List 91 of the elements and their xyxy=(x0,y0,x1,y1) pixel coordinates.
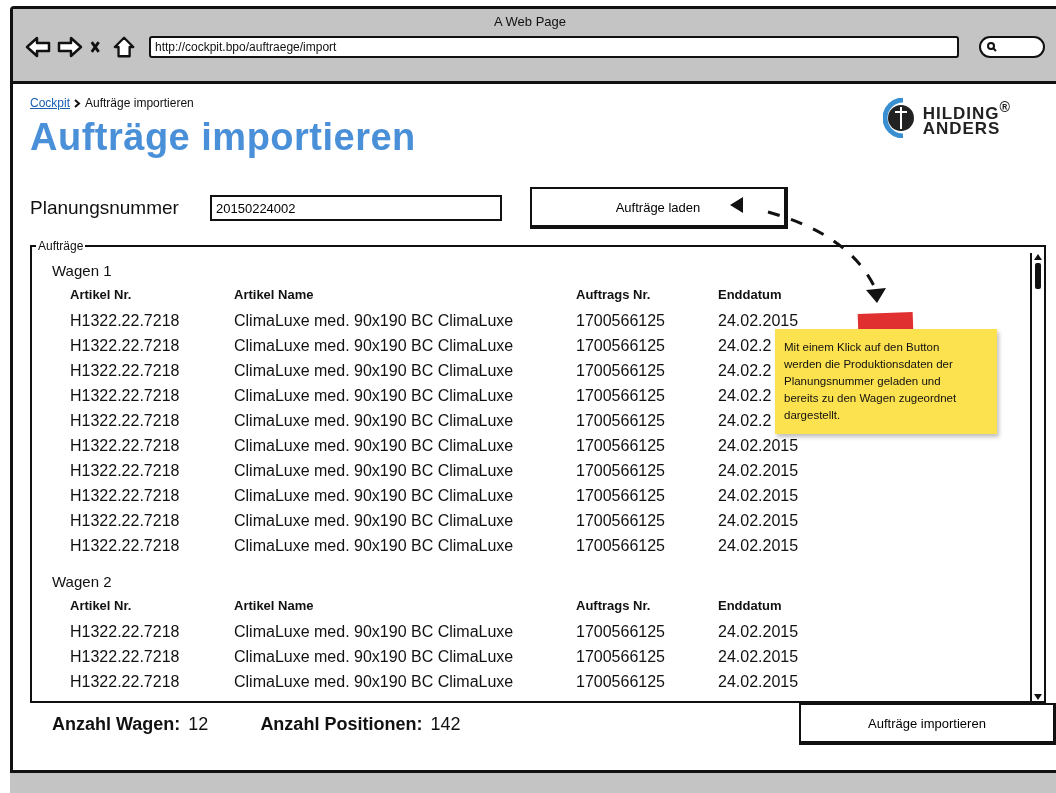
import-orders-button[interactable]: Aufträge importieren xyxy=(799,703,1056,745)
table-cell: ClimaLuxe med. 90x190 BC ClimaLuxe xyxy=(234,436,514,455)
column-header: Enddatum xyxy=(718,598,782,615)
panel-legend: Aufträge xyxy=(36,239,86,253)
search-field[interactable] xyxy=(979,36,1045,58)
table-cell: H1322.22.7218 xyxy=(70,536,180,555)
scroll-down-icon[interactable] xyxy=(1033,693,1043,701)
summary-label: Anzahl Wagen: xyxy=(52,713,181,735)
table-cell: 24.02.2 xyxy=(718,361,772,380)
table-cell: 1700566125 xyxy=(576,647,665,666)
table-cell: 1700566125 xyxy=(576,411,665,430)
planning-number-field[interactable]: 20150224002 xyxy=(210,195,502,221)
table-cell: ClimaLuxe med. 90x190 BC ClimaLuxe xyxy=(234,511,514,530)
url-field[interactable]: http://cockpit.bpo/auftraege/import xyxy=(149,36,959,58)
table-cell: 1700566125 xyxy=(576,622,665,641)
table-cell: H1322.22.7218 xyxy=(70,311,180,330)
table-cell: ClimaLuxe med. 90x190 BC ClimaLuxe xyxy=(234,486,514,505)
table-cell: 24.02.2015 xyxy=(718,436,799,455)
table-cell: 24.02.2015 xyxy=(718,672,799,691)
arrowhead-icon xyxy=(729,196,745,214)
table-cell: 1700566125 xyxy=(576,311,665,330)
scroll-thumb[interactable] xyxy=(1035,263,1041,289)
table-cell: ClimaLuxe med. 90x190 BC ClimaLuxe xyxy=(234,647,514,666)
table-cell: 1700566125 xyxy=(576,672,665,691)
table-cell: 24.02.2 xyxy=(718,386,772,405)
load-orders-button[interactable]: Aufträge laden xyxy=(530,187,788,229)
column-header: Enddatum xyxy=(718,287,782,304)
table-cell: H1322.22.7218 xyxy=(70,672,180,691)
table-cell: ClimaLuxe med. 90x190 BC ClimaLuxe xyxy=(234,536,514,555)
back-icon[interactable] xyxy=(25,35,51,59)
page-heading: Aufträge importieren xyxy=(30,116,416,159)
forward-icon[interactable] xyxy=(57,35,83,59)
table-cell: 24.02.2015 xyxy=(718,486,799,505)
group-title: Wagen 1 xyxy=(52,262,113,279)
table-cell: 24.02.2 xyxy=(718,336,772,355)
column-header: Auftrags Nr. xyxy=(576,287,651,304)
field-label: Planungsnummer xyxy=(30,197,180,219)
table-cell: H1322.22.7218 xyxy=(70,486,180,505)
table-cell: 24.02.2015 xyxy=(718,647,799,666)
logo-text: ANDERS xyxy=(922,121,1002,138)
table-cell: ClimaLuxe med. 90x190 BC ClimaLuxe xyxy=(234,622,514,641)
logo-icon xyxy=(882,98,917,138)
column-header: Artikel Nr. xyxy=(70,287,132,304)
table-cell: 24.02.2015 xyxy=(718,311,799,330)
sticky-note: Mit einem Klick auf den Button werden die Produktionsdaten der Planungsnummer geladen und bereits zu den Wagen zugeordnet dargestellt. xyxy=(775,329,997,434)
table-cell: ClimaLuxe med. 90x190 BC ClimaLuxe xyxy=(234,411,514,430)
table-cell: H1322.22.7218 xyxy=(70,386,180,405)
scroll-up-icon[interactable] xyxy=(1033,253,1043,261)
table-cell: ClimaLuxe med. 90x190 BC ClimaLuxe xyxy=(234,311,514,330)
summary-value: 142 xyxy=(430,713,461,735)
table-cell: ClimaLuxe med. 90x190 BC ClimaLuxe xyxy=(234,386,514,405)
table-cell: H1322.22.7218 xyxy=(70,461,180,480)
table-cell: H1322.22.7218 xyxy=(70,647,180,666)
table-cell: 24.02.2 xyxy=(718,411,772,430)
table-cell: H1322.22.7218 xyxy=(70,336,180,355)
table-cell: 24.02.2015 xyxy=(718,536,799,555)
table-cell: H1322.22.7218 xyxy=(70,436,180,455)
column-header: Artikel Name xyxy=(234,598,314,615)
column-header: Auftrags Nr. xyxy=(576,598,651,615)
table-cell: 1700566125 xyxy=(576,511,665,530)
logo-text: HILDING$^{®}$ xyxy=(922,98,1011,122)
summary-label: Anzahl Positionen: xyxy=(260,713,423,735)
table-cell: ClimaLuxe med. 90x190 BC ClimaLuxe xyxy=(234,361,514,380)
table-cell: 1700566125 xyxy=(576,361,665,380)
table-cell: 24.02.2015 xyxy=(718,622,799,641)
table-cell: 1700566125 xyxy=(576,436,665,455)
table-cell: ClimaLuxe med. 90x190 BC ClimaLuxe xyxy=(234,336,514,355)
breadcrumb-link[interactable]: Cockpit xyxy=(30,96,70,110)
table-cell: 24.02.2015 xyxy=(718,511,799,530)
column-header: Artikel Nr. xyxy=(70,598,132,615)
group-title: Wagen 2 xyxy=(52,573,113,590)
table-cell: 1700566125 xyxy=(576,386,665,405)
table-cell: 1700566125 xyxy=(576,486,665,505)
table-cell: 1700566125 xyxy=(576,336,665,355)
table-cell: 1700566125 xyxy=(576,536,665,555)
home-icon[interactable] xyxy=(113,35,137,59)
window-title: A Web Page xyxy=(492,13,567,29)
table-cell: ClimaLuxe med. 90x190 BC ClimaLuxe xyxy=(234,672,514,691)
chevron-icon xyxy=(74,98,81,108)
table-cell: H1322.22.7218 xyxy=(70,511,180,530)
table-cell: ClimaLuxe med. 90x190 BC ClimaLuxe xyxy=(234,461,514,480)
summary-value: 12 xyxy=(188,713,209,735)
table-cell: 1700566125 xyxy=(576,461,665,480)
table-cell: H1322.22.7218 xyxy=(70,622,180,641)
table-cell: 24.02.2015 xyxy=(718,461,799,480)
search-icon xyxy=(987,42,997,52)
table-cell: H1322.22.7218 xyxy=(70,411,180,430)
column-header: Artikel Name xyxy=(234,287,314,304)
scrollbar[interactable] xyxy=(1030,253,1044,701)
table-cell: H1322.22.7218 xyxy=(70,361,180,380)
breadcrumb-current: Aufträge importieren xyxy=(85,96,194,110)
